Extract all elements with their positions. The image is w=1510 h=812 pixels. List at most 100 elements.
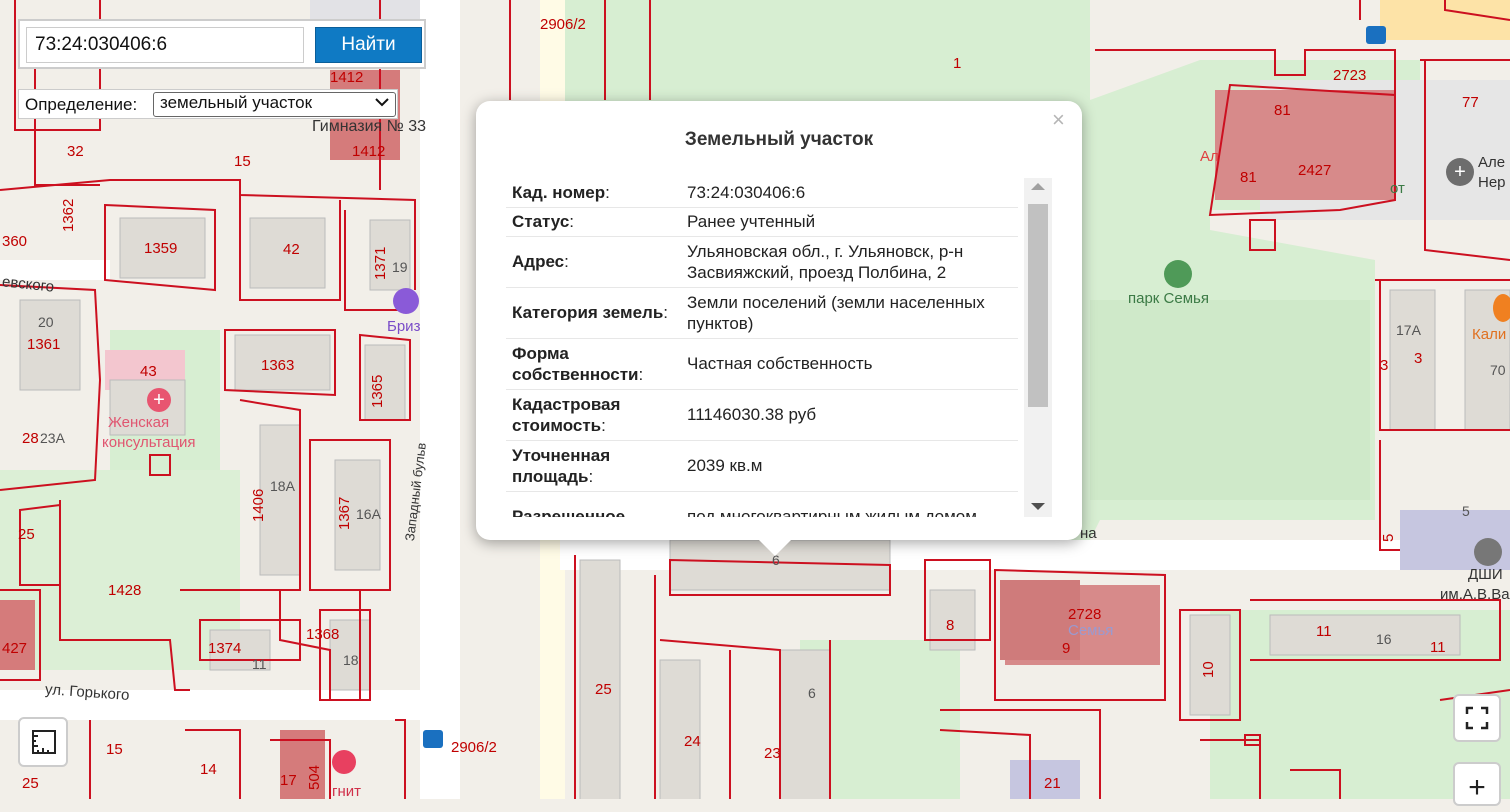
- poi-label: Нер: [1478, 174, 1506, 191]
- poi-label: Ал: [1200, 148, 1219, 165]
- parcel-label: 9: [1062, 640, 1071, 657]
- parcel-label: 42: [283, 241, 300, 258]
- parcel-label: 15: [234, 153, 251, 170]
- salon-icon[interactable]: [393, 288, 419, 314]
- shop-icon[interactable]: [332, 750, 356, 774]
- row-value: Ранее учтенный: [681, 207, 1018, 237]
- row-value: Частная собственность: [681, 338, 1018, 390]
- row-value: 2039 кв.м: [681, 440, 1018, 492]
- row-key: Разрешенное: [512, 507, 626, 517]
- school-icon[interactable]: [1474, 538, 1502, 566]
- definition-label: Определение:: [25, 95, 138, 114]
- poi-label-dshi: им.А.В.Вар: [1440, 586, 1510, 603]
- search-panel: Найти: [18, 19, 426, 69]
- poi-label-gymnasium: Гимназия № 33: [312, 118, 427, 135]
- definition-selected-value: земельный участок: [160, 93, 313, 112]
- parcel-label: 70: [1490, 362, 1506, 378]
- scroll-up-arrow-icon[interactable]: [1031, 183, 1045, 190]
- parcel-label: 5: [1462, 503, 1470, 519]
- row-key: Уточненная площадь: [512, 445, 611, 486]
- scrollbar-thumb[interactable]: [1028, 204, 1048, 407]
- parcel-label: 504: [306, 764, 323, 790]
- clinic-icon[interactable]: +: [147, 388, 171, 412]
- parcel-label: 1: [953, 55, 962, 72]
- bus-stop-icon[interactable]: [423, 730, 443, 748]
- table-row: Разрешенное под многоквартирным жилым дом…: [506, 491, 1018, 517]
- poi-icon[interactable]: [1493, 294, 1510, 322]
- parcel-label: 1412: [330, 69, 364, 86]
- search-button[interactable]: Найти: [315, 27, 422, 63]
- parcel-label: 21: [1044, 775, 1061, 792]
- parcel-label: 25: [22, 775, 39, 792]
- parcel-label: 2728: [1068, 606, 1102, 623]
- parcel-label: 1428: [108, 582, 142, 599]
- parcel-info-popup: × Земельный участок Кад. номер: 73:24:030…: [476, 101, 1082, 556]
- parcel-label: 77: [1462, 94, 1479, 111]
- parcel-label: 15: [106, 741, 123, 758]
- poi-label-dshi: ДШИ: [1468, 566, 1503, 583]
- parcel-label: 1359: [144, 240, 178, 257]
- parcel-label: 3: [1414, 350, 1423, 367]
- scroll-down-arrow-icon[interactable]: [1031, 503, 1045, 510]
- poi-label: гнит: [332, 783, 362, 800]
- parcel-label: 25: [18, 526, 35, 543]
- info-table: Кад. номер: 73:24:030406:6 Статус: Ранее у…: [506, 178, 1018, 517]
- row-value: 73:24:030406:6: [681, 178, 1018, 208]
- parcel-label: 2427: [1298, 162, 1332, 179]
- chevron-down-icon: [375, 94, 389, 110]
- parcel-label: 8: [946, 617, 955, 634]
- fullscreen-icon: [1465, 706, 1489, 730]
- poi-label: от: [1390, 180, 1405, 197]
- parcel-label: 1374: [208, 640, 242, 657]
- row-value: 11146030.38 руб: [681, 389, 1018, 441]
- row-key: Форма собственности: [512, 343, 639, 384]
- parcel-label: 23А: [40, 430, 65, 446]
- table-row: Форма собственности: Частная собственност…: [506, 338, 1018, 390]
- parcel-label: 24: [684, 733, 701, 750]
- popup-title: Земельный участок: [684, 129, 874, 150]
- parcel-label: 1365: [369, 374, 386, 408]
- parcel-label: 1371: [372, 246, 389, 280]
- parcel-label: 18А: [270, 478, 295, 494]
- parcel-label: 23: [764, 745, 781, 762]
- park-icon[interactable]: [1164, 260, 1192, 288]
- definition-select[interactable]: земельный участок: [153, 92, 396, 117]
- table-row: Уточненная площадь: 2039 кв.м: [506, 440, 1018, 492]
- park-label: парк Семья: [1128, 290, 1209, 307]
- parcel-label: 2723: [1333, 67, 1367, 84]
- parcel-label: 11: [1430, 639, 1446, 656]
- church-icon[interactable]: +: [1446, 158, 1474, 186]
- ruler-button[interactable]: [18, 717, 68, 767]
- parcel-label: 360: [2, 233, 28, 250]
- parcel-label: 16А: [356, 506, 381, 522]
- row-value: Земли поселений (земли населенных пункто…: [681, 287, 1018, 339]
- parcel-label: 18: [343, 652, 359, 668]
- parcel-label: 32: [67, 143, 84, 160]
- parcel-label: 11: [1316, 623, 1332, 640]
- parcel-label: 5: [1380, 533, 1397, 542]
- table-row: Кадастровая стоимость: 11146030.38 руб: [506, 389, 1018, 441]
- parcel-label: 3: [1380, 357, 1389, 374]
- search-input[interactable]: [26, 27, 304, 63]
- table-row: Категория земель: Земли поселений (земли …: [506, 287, 1018, 339]
- bus-stop-icon[interactable]: [1366, 26, 1386, 44]
- parcel-label: 16: [1376, 631, 1392, 647]
- fullscreen-button[interactable]: [1453, 694, 1501, 742]
- poi-label: Але: [1478, 154, 1506, 171]
- parcel-label: 43: [140, 363, 157, 380]
- parcel-label: 14: [200, 761, 217, 778]
- row-value: под многоквартирным жилым домом: [681, 491, 1018, 517]
- popup-scrollbar[interactable]: [1024, 178, 1052, 517]
- parcel-label: 1368: [306, 626, 340, 643]
- parcel-label: 1367: [336, 496, 353, 530]
- parcel-label: 25: [595, 681, 612, 698]
- parcel-label: 17: [280, 772, 297, 789]
- definition-panel: Определение: земельный участок: [18, 89, 398, 119]
- parcel-label: 1362: [60, 198, 77, 232]
- parcel-label: 81: [1274, 102, 1291, 119]
- ruler-icon: [32, 730, 56, 754]
- zoom-in-button[interactable]: +: [1453, 762, 1501, 806]
- popup-content[interactable]: Кад. номер: 73:24:030406:6 Статус: Ранее у…: [506, 178, 1052, 517]
- parcel-label: 1363: [261, 357, 295, 374]
- row-key: Адрес: [512, 252, 565, 271]
